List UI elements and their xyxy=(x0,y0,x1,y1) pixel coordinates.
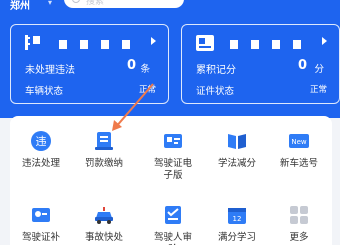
search-icon xyxy=(72,0,80,3)
calendar-icon: 12 xyxy=(226,204,248,226)
service-label: 更多 xyxy=(289,232,309,243)
masked-license-number xyxy=(230,34,314,53)
license-summary-card[interactable]: 累积记分 0 分 证件状态 正常 xyxy=(181,24,340,104)
violation-icon: 违 xyxy=(30,130,52,152)
service-full-score-study[interactable]: 12 满分学习 xyxy=(206,204,268,244)
service-label: 驾驶人审验 xyxy=(153,232,192,245)
accumulated-points-value: 0 xyxy=(297,58,307,73)
e-license-icon xyxy=(162,130,184,152)
service-violation-handling[interactable]: 违 违法处理 xyxy=(10,130,72,170)
service-label: 违法处理 xyxy=(21,158,60,169)
service-label: 驾驶证补 xyxy=(21,232,60,243)
service-label: 满分学习 xyxy=(217,232,256,243)
service-label: 驾驶证电子版 xyxy=(153,158,192,181)
service-accident-quick[interactable]: 事故快处 xyxy=(73,204,135,244)
service-label: 事故快处 xyxy=(84,232,123,243)
unhandled-violations-unit: 条 xyxy=(140,64,150,75)
service-label: 新车选号 xyxy=(279,158,318,169)
accumulated-points-unit: 分 xyxy=(314,64,324,75)
study-book-icon xyxy=(226,130,248,152)
unhandled-violations-label: 未处理违法 xyxy=(25,65,75,76)
accumulated-points-label: 累积记分 xyxy=(196,65,236,76)
more-apps-icon xyxy=(288,204,310,226)
vehicle-status-label: 车辆状态 xyxy=(25,86,64,97)
service-label: 学法减分 xyxy=(217,158,256,169)
license-reissue-icon xyxy=(30,204,52,226)
service-new-car-plate[interactable]: New 新车选号 xyxy=(268,130,330,170)
header-background: 郑州 ▾ 搜索 未处理违法 0 条 车辆状态 正常 xyxy=(0,0,340,118)
service-study-deduction[interactable]: 学法减分 xyxy=(206,130,268,170)
svg-text:违: 违 xyxy=(36,135,47,148)
license-status-label: 证件状态 xyxy=(196,86,235,97)
license-status-value: 正常 xyxy=(309,85,327,95)
chevron-down-icon[interactable]: ▾ xyxy=(48,0,52,7)
service-more[interactable]: 更多 xyxy=(268,204,330,244)
service-grid-panel: 违 违法处理 罚款缴纳 驾驶证电子版 学法减分 New 新车选号 驾驶证补 事故… xyxy=(10,116,332,245)
id-card-icon xyxy=(194,31,220,59)
car-icon xyxy=(23,31,49,59)
license-plate-icon: New xyxy=(288,130,310,152)
city-selector[interactable]: 郑州 xyxy=(10,0,30,12)
search-placeholder: 搜索 xyxy=(86,0,105,7)
service-license-reissue[interactable]: 驾驶证补 xyxy=(10,204,72,244)
unhandled-violations-count: 0 xyxy=(126,58,136,73)
chevron-right-icon[interactable] xyxy=(322,37,327,45)
masked-plate-number xyxy=(59,34,143,53)
driver-review-icon xyxy=(162,204,184,226)
svg-text:12: 12 xyxy=(233,215,242,223)
svg-text:New: New xyxy=(291,138,307,146)
search-input[interactable]: 搜索 xyxy=(64,0,184,8)
service-driver-review[interactable]: 驾驶人审验 xyxy=(142,204,204,245)
accident-car-icon xyxy=(93,204,115,226)
chevron-right-icon[interactable] xyxy=(151,37,156,45)
service-label: 罚款缴纳 xyxy=(84,158,123,169)
annotation-arrow-icon xyxy=(112,83,154,131)
